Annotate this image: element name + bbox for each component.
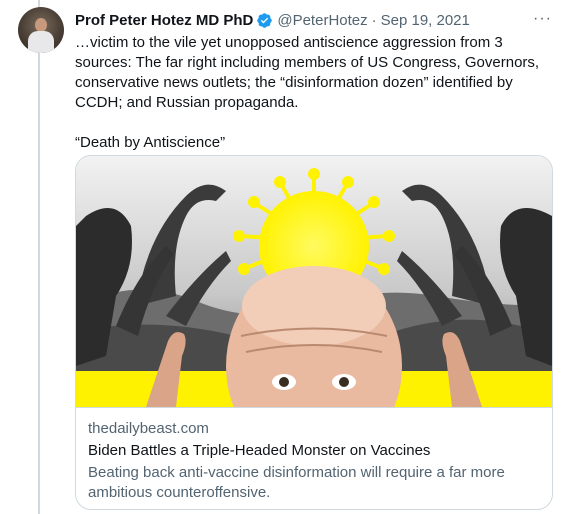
card-domain: thedailybeast.com bbox=[88, 420, 209, 437]
link-preview-card[interactable]: thedailybeast.com Biden Battles a Triple… bbox=[75, 155, 553, 510]
tweet-body: …victim to the vile yet unopposed antisc… bbox=[75, 34, 540, 111]
card-description: Beating back anti-vaccine disinformation… bbox=[88, 464, 505, 501]
more-options-icon[interactable]: ··· bbox=[533, 10, 552, 28]
card-title[interactable]: Biden Battles a Triple-Headed Monster on… bbox=[88, 441, 540, 461]
card-image[interactable] bbox=[76, 156, 552, 407]
separator-dot: · bbox=[371, 11, 377, 29]
verified-badge-icon bbox=[256, 12, 273, 29]
tweet-quote: “Death by Antiscience” bbox=[75, 134, 226, 151]
tweet-text: …victim to the vile yet unopposed antisc… bbox=[75, 33, 555, 153]
tweet-header: Prof Peter Hotez MD PhD @PeterHotez · Se… bbox=[75, 10, 552, 30]
author-handle[interactable]: @PeterHotez bbox=[277, 12, 367, 29]
author-name[interactable]: Prof Peter Hotez MD PhD bbox=[75, 12, 253, 29]
card-body: thedailybeast.com Biden Battles a Triple… bbox=[76, 407, 552, 509]
thread-connector-line bbox=[38, 0, 40, 514]
tweet-date[interactable]: Sep 19, 2021 bbox=[381, 12, 470, 29]
avatar[interactable] bbox=[18, 7, 64, 53]
